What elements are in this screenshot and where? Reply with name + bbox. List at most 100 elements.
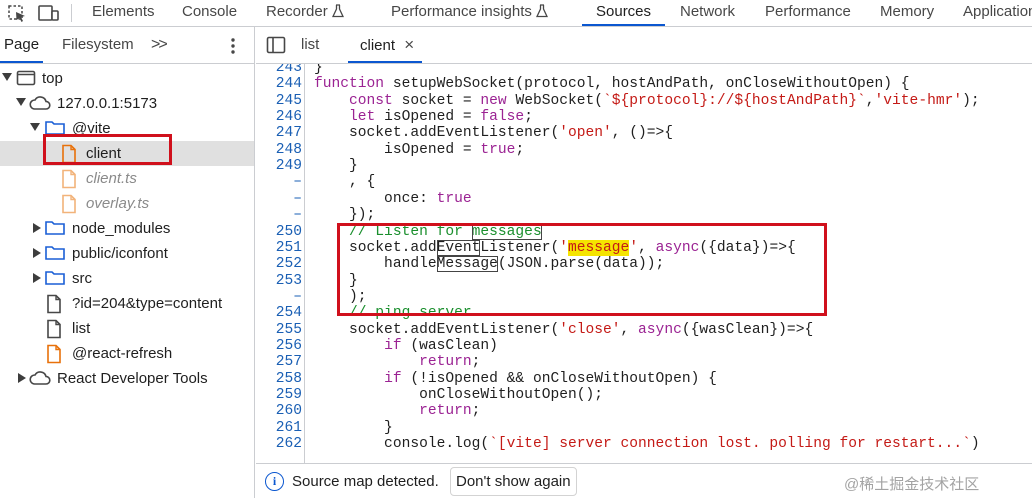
line-number[interactable]: 260 (256, 403, 302, 419)
tab-console[interactable]: Console (182, 0, 237, 26)
tab-sources[interactable]: Sources (582, 0, 666, 26)
file-icon (47, 319, 61, 339)
code-text: return; (419, 403, 481, 420)
line-number[interactable]: 252 (256, 256, 302, 272)
code-text: } (314, 419, 393, 436)
annotation-box-message-listener (337, 223, 827, 316)
tree-item-label: React Developer Tools (57, 370, 208, 387)
more-options-icon[interactable] (229, 38, 237, 54)
line-number[interactable]: 259 (256, 387, 302, 403)
toggle-navigator-icon[interactable] (266, 36, 286, 54)
line-number[interactable]: 261 (256, 420, 302, 436)
line-number[interactable]: 243 (256, 64, 302, 76)
collapsed-arrow-icon[interactable] (33, 223, 41, 233)
tree-item-label: overlay.ts (86, 195, 150, 212)
collapsed-arrow-icon[interactable] (33, 273, 41, 283)
code-text: socket.addEventListener('open', ()=>{ (314, 125, 674, 142)
code-text: }); (314, 207, 376, 224)
line-number[interactable]: 257 (256, 354, 302, 370)
tree-item-react-refresh[interactable]: @react-refresh (0, 341, 254, 366)
expanded-arrow-icon[interactable] (2, 73, 12, 81)
line-number[interactable]: 255 (256, 322, 302, 338)
tree-item-label: @react-refresh (72, 345, 173, 362)
expanded-arrow-icon[interactable] (30, 123, 40, 131)
line-number[interactable]: 253 (256, 273, 302, 289)
code-text: socket.addEventListener('close', async({… (314, 321, 814, 338)
line-number[interactable]: 245 (256, 93, 302, 109)
file-icon (47, 294, 61, 314)
code-text: const socket = new WebSocket(`${protocol… (349, 92, 980, 109)
inspect-element-icon[interactable] (6, 0, 28, 26)
tab-performance[interactable]: Performance (765, 0, 851, 26)
tab-performance-insights-label: Performance insights (391, 3, 532, 20)
cloud-icon (29, 96, 51, 110)
line-number[interactable]: 262 (256, 436, 302, 452)
close-tab-icon[interactable]: × (404, 35, 414, 54)
file-icon (62, 194, 76, 214)
expanded-arrow-icon[interactable] (16, 98, 26, 106)
file-tabs: list client × (256, 27, 1032, 64)
tree-item-label: src (72, 270, 92, 287)
line-number[interactable]: 256 (256, 338, 302, 354)
tab-page[interactable]: Page (0, 27, 44, 63)
more-tabs-chevron-icon[interactable]: >> (151, 27, 168, 63)
device-toolbar-icon[interactable] (37, 0, 61, 26)
tree-item-origin[interactable]: 127.0.0.1:5173 (0, 91, 254, 116)
folder-icon (45, 221, 65, 235)
line-number[interactable]: 246 (256, 109, 302, 125)
experimental-flask-icon (535, 3, 548, 17)
tree-item-list[interactable]: list (0, 316, 254, 341)
tree-item-label: node_modules (72, 220, 171, 237)
cloud-icon (29, 371, 51, 385)
tree-item-label: 127.0.0.1:5173 (57, 95, 158, 112)
line-number[interactable]: 248 (256, 142, 302, 158)
folder-icon (45, 246, 65, 260)
source-map-infobar: i Source map detected. Don't show again … (256, 463, 1032, 498)
line-number[interactable]: 247 (256, 125, 302, 141)
file-tab-client[interactable]: client × (348, 27, 423, 63)
file-icon (62, 169, 76, 189)
tree-item-src[interactable]: src (0, 266, 254, 291)
tab-elements[interactable]: Elements (92, 0, 155, 26)
source-map-message: Source map detected. (292, 473, 439, 490)
code-text: } (314, 158, 358, 175)
file-tab-list[interactable]: list (301, 27, 319, 63)
tab-filesystem[interactable]: Filesystem (62, 27, 134, 63)
code-text: if (wasClean) (384, 337, 498, 354)
code-text: if (!isOpened && onCloseWithoutOpen) { (384, 370, 717, 387)
folder-icon (45, 271, 65, 285)
line-number[interactable]: 244 (256, 76, 302, 92)
tab-performance-insights[interactable]: Performance insights (391, 0, 548, 26)
dont-show-again-button[interactable]: Don't show again (450, 467, 577, 496)
tree-item-query-content[interactable]: ?id=204&type=content (0, 291, 254, 316)
info-icon: i (265, 472, 284, 491)
line-number[interactable]: 258 (256, 371, 302, 387)
tree-item-client-ts[interactable]: client.ts (0, 166, 254, 191)
code-text: } (314, 64, 323, 76)
tree-item-node-modules[interactable]: node_modules (0, 216, 254, 241)
code-text: once: true (314, 190, 472, 207)
line-number[interactable]: – (256, 191, 302, 207)
tab-network[interactable]: Network (680, 0, 735, 26)
line-number[interactable]: – (256, 174, 302, 190)
line-number[interactable]: – (256, 289, 302, 305)
collapsed-arrow-icon[interactable] (18, 373, 26, 383)
line-number[interactable]: 254 (256, 305, 302, 321)
code-text: console.log(`[vite] server connection lo… (314, 436, 980, 453)
tab-recorder[interactable]: Recorder (266, 0, 344, 26)
tab-application[interactable]: Application (963, 0, 1032, 26)
code-text: , { (314, 174, 376, 191)
tree-item-react-devtools[interactable]: React Developer Tools (0, 366, 254, 391)
line-number[interactable]: 250 (256, 224, 302, 240)
watermark: @稀土掘金技术社区 (844, 476, 980, 493)
code-text: return; (419, 354, 481, 371)
tree-item-label: client.ts (86, 170, 137, 187)
line-number[interactable]: 251 (256, 240, 302, 256)
tab-memory[interactable]: Memory (880, 0, 934, 26)
tree-item-overlay-ts[interactable]: overlay.ts (0, 191, 254, 216)
collapsed-arrow-icon[interactable] (33, 248, 41, 258)
line-number[interactable]: 249 (256, 158, 302, 174)
line-number[interactable]: – (256, 207, 302, 223)
tree-item-top[interactable]: top (0, 66, 254, 91)
tree-item-public-iconfont[interactable]: public/iconfont (0, 241, 254, 266)
